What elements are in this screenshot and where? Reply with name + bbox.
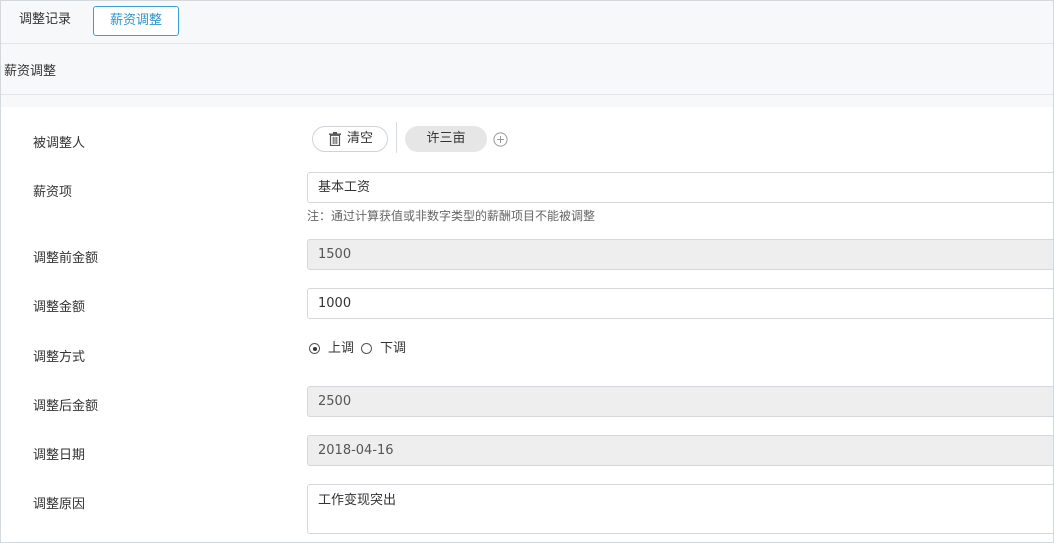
radio-down-label: 下调 <box>380 341 407 356</box>
divider <box>396 122 397 153</box>
amount-before-label: 调整前金额 <box>33 251 99 266</box>
add-person-icon[interactable] <box>493 132 508 147</box>
amount-after-label: 调整后金额 <box>33 399 99 414</box>
adjust-date-field: 2018-04-16 <box>307 435 1053 466</box>
amount-after-field: 2500 <box>307 386 1053 417</box>
trash-icon <box>329 132 341 146</box>
section-header: 薪资调整 <box>1 44 1053 95</box>
salary-item-field[interactable]: 基本工资 <box>307 172 1053 203</box>
section-spacer <box>1 95 1053 107</box>
radio-up-label: 上调 <box>328 341 355 356</box>
adjust-reason-label: 调整原因 <box>33 497 86 512</box>
adjust-reason-textarea[interactable]: 工作变现突出 <box>307 484 1053 534</box>
radio-checked-icon <box>309 343 320 354</box>
radio-adjust-down[interactable]: 下调 <box>361 341 411 357</box>
adjust-amount-field[interactable]: 1000 <box>307 288 1053 319</box>
tab-salary-adjust[interactable]: 薪资调整 <box>93 6 179 36</box>
selected-person-tag[interactable]: 许三亩 <box>405 126 487 152</box>
adjust-amount-label: 调整金额 <box>33 300 86 315</box>
salary-item-hint: 注：通过计算获值或非数字类型的薪酬项目不能被调整 <box>307 209 596 223</box>
radio-adjust-up[interactable]: 上调 <box>309 341 359 357</box>
radio-unchecked-icon <box>361 343 372 354</box>
section-title: 薪资调整 <box>4 64 57 79</box>
adjust-date-label: 调整日期 <box>33 448 86 463</box>
adjusted-person-label: 被调整人 <box>33 136 86 151</box>
salary-item-label: 薪资项 <box>33 185 73 200</box>
clear-button[interactable]: 清空 <box>312 126 388 152</box>
clear-button-label: 清空 <box>347 131 374 146</box>
tab-bar: 调整记录 薪资调整 <box>1 1 1053 44</box>
amount-before-field: 1500 <box>307 239 1053 270</box>
adjust-method-label: 调整方式 <box>33 350 86 365</box>
tab-adjust-records[interactable]: 调整记录 <box>19 6 71 34</box>
salary-adjust-window: 调整记录 薪资调整 薪资调整 被调整人 清空 许三亩 薪资项 基本工资 注：通过… <box>0 0 1054 543</box>
